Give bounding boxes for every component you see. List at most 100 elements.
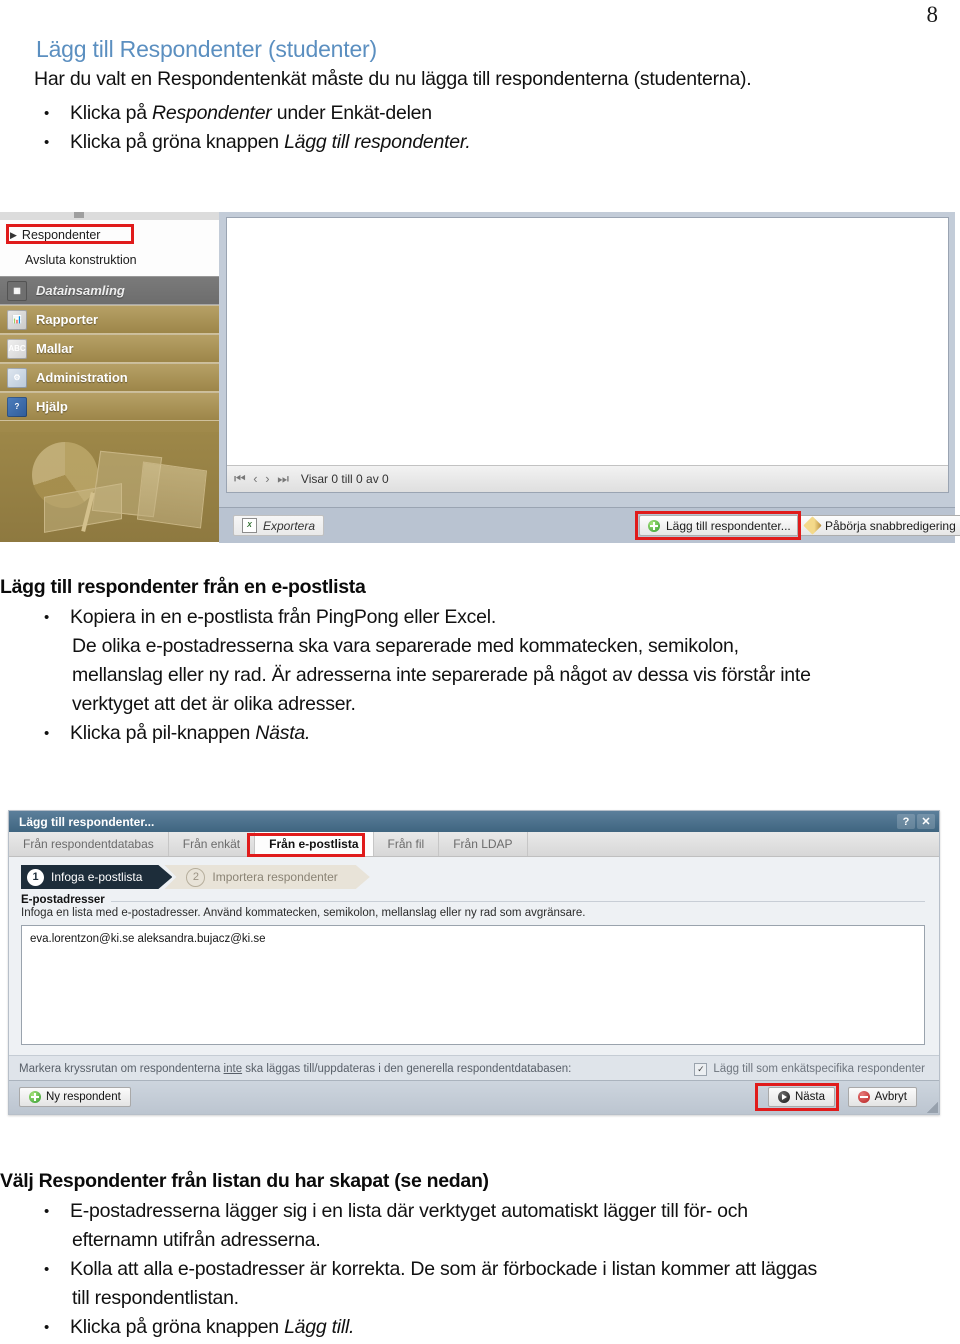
plus-circle-icon xyxy=(29,1091,41,1103)
dialog-tab-strip: Från respondentdatabas Från enkät Från e… xyxy=(9,832,939,857)
tab-label: Från e-postlista xyxy=(269,837,359,851)
tab-fran-enkat[interactable]: Från enkät xyxy=(169,832,256,856)
section-3-bullet-2: • Kolla att alla e-postadresser är korrek… xyxy=(44,1258,817,1281)
bullet-dot-icon: • xyxy=(44,1203,50,1220)
bullet-2-text-pre: Klicka på gröna knappen xyxy=(70,131,285,153)
tab-fran-fil[interactable]: Från fil xyxy=(374,832,440,856)
templates-icon: ABC xyxy=(7,338,27,359)
checkbox-note-underlined: inte xyxy=(223,1063,243,1075)
tab-fran-e-postlista[interactable]: Från e-postlista xyxy=(255,832,374,856)
sidebar-section-mallar-label: Mallar xyxy=(36,341,74,356)
export-button-label: Exportera xyxy=(263,518,316,533)
bullet-1-text-post: under Enkät-delen xyxy=(271,102,432,124)
new-respondent-button[interactable]: Ny respondent xyxy=(19,1087,131,1107)
fieldset-hint-text: Infoga en lista med e-postadresser. Anvä… xyxy=(21,907,586,919)
excel-icon: X xyxy=(242,518,257,533)
tab-label: Från fil xyxy=(387,837,425,851)
wizard-step-indicator: 1 Infoga e-postlista 2 Importera respond… xyxy=(21,865,370,889)
sidebar-section-mallar[interactable]: ABC Mallar xyxy=(0,334,219,363)
section-2-b1-line2: De olika e-postadresserna ska vara separ… xyxy=(72,635,739,657)
step-2-importera-respondenter[interactable]: 2 Importera respondenter xyxy=(164,865,369,889)
pagination-nav-icons[interactable]: ⏮ ‹ › ⏭ xyxy=(234,471,291,487)
reports-icon: 📊 xyxy=(7,309,27,330)
fieldset-legend-epostadresser: E-postadresser xyxy=(21,894,111,906)
sidebar-section-administration[interactable]: ⚙ Administration xyxy=(0,363,219,392)
dialog-title-label: Lägg till respondenter... xyxy=(19,814,155,829)
resize-handle[interactable] xyxy=(927,1102,938,1113)
highlight-box-respondenter xyxy=(6,224,134,244)
section-3-heading: Välj Respondenter från listan du har ska… xyxy=(0,1170,489,1192)
step-1-number: 1 xyxy=(27,869,44,886)
sidebar-section-datainsamling-label: Datainsamling xyxy=(36,283,125,298)
page-number: 8 xyxy=(926,2,939,27)
datacollection-icon: ▦ xyxy=(7,280,27,301)
cancel-button[interactable]: Avbryt xyxy=(847,1087,917,1107)
section-3-bullet-1: • E-postadresserna lägger sig i en lista … xyxy=(44,1200,748,1223)
step-1-label: Infoga e-postlista xyxy=(51,870,143,884)
dialog-footer: Ny respondent Nästa Avbryt xyxy=(9,1080,939,1114)
bullet-dot-icon: • xyxy=(44,1261,50,1278)
section-3-b1-line2: efternamn utifrån adresserna. xyxy=(72,1229,321,1251)
administration-icon: ⚙ xyxy=(7,367,27,388)
email-addresses-textarea[interactable]: eva.lorentzon@ki.se aleksandra.bujacz@ki… xyxy=(21,925,925,1045)
bullet-item-1: • Klicka på Respondenter under Enkät-dele… xyxy=(44,102,432,125)
section-2-bullet-1: • Kopiera in en e-postlista från PingPong… xyxy=(44,606,496,629)
step-2-label: Importera respondenter xyxy=(212,870,338,884)
respondent-list-canvas: ⏮ ‹ › ⏭ Visar 0 till 0 av 0 xyxy=(226,217,949,493)
help-button[interactable]: ? xyxy=(897,814,915,829)
tab-label: Från LDAP xyxy=(453,837,513,851)
sidebar-section-administration-label: Administration xyxy=(36,370,128,385)
checkbox-note: Markera kryssrutan om respondenterna int… xyxy=(9,1063,571,1075)
cancel-button-label: Avbryt xyxy=(874,1091,907,1103)
help-icon: ? xyxy=(7,396,27,417)
export-button[interactable]: X Exportera xyxy=(233,515,325,536)
survey-specific-checkbox-wrap[interactable]: ✓ Lägg till som enkätspecifika responden… xyxy=(694,1062,925,1076)
tab-fran-ldap[interactable]: Från LDAP xyxy=(439,832,528,856)
section-2-b1-line3: mellanslag eller ny rad. Är adresserna i… xyxy=(72,664,811,686)
sidebar-section-datainsamling[interactable]: ▦ Datainsamling xyxy=(0,276,219,305)
section-2-heading: Lägg till respondenter från en e-postlis… xyxy=(0,576,366,598)
section-3-b3-pre: Klicka på gröna knappen xyxy=(70,1316,285,1338)
step-1-infoga-epostlista[interactable]: 1 Infoga e-postlista xyxy=(21,865,172,889)
sidebar-top-stub xyxy=(0,212,219,220)
tab-fran-respondentdatabas[interactable]: Från respondentdatabas xyxy=(9,832,169,856)
bullet-1-text-pre: Klicka på xyxy=(70,102,153,124)
section-3-b2-line1: Kolla att alla e-postadresser är korrekt… xyxy=(70,1258,818,1280)
intro-paragraph: Har du valt en Respondentenkät måste du … xyxy=(34,68,752,90)
bottom-toolbar: X Exportera Lägg till respondenter... På… xyxy=(219,507,960,543)
sidebar-section-rapporter-label: Rapporter xyxy=(36,312,99,327)
tab-label: Från enkät xyxy=(182,837,241,851)
sidebar-section-hjalp[interactable]: ? Hjälp xyxy=(0,392,219,421)
section-3-b1-line1: E-postadresserna lägger sig i en lista d… xyxy=(70,1200,748,1222)
highlight-box-add-respondents xyxy=(635,511,801,540)
bullet-item-2: • Klicka på gröna knappen Lägg till respo… xyxy=(44,131,471,154)
survey-specific-checkbox[interactable]: ✓ xyxy=(694,1062,708,1076)
quick-edit-button-label: Påbörja snabbredigering xyxy=(825,518,956,533)
checkbox-note-part-a: Markera kryssrutan om respondenterna xyxy=(19,1063,224,1075)
section-3-bullet-3: • Klicka på gröna knappen Lägg till. xyxy=(44,1316,354,1339)
section-3-b2-line2: till respondentlistan. xyxy=(72,1287,239,1309)
bullet-dot-icon: • xyxy=(44,725,50,742)
stop-circle-icon xyxy=(857,1091,870,1103)
sheet-shape xyxy=(136,461,208,529)
fieldset-divider xyxy=(21,901,925,902)
highlight-box-next-button xyxy=(755,1083,839,1111)
sidebar-menu-white: ▶ Respondenter Avsluta konstruktion xyxy=(0,212,219,277)
page-title: Lägg till Respondenter (studenter) xyxy=(36,36,377,62)
quick-edit-button[interactable]: Påbörja snabbredigering xyxy=(797,515,960,536)
dialog-title-buttons: ? ✕ xyxy=(897,814,939,829)
sidebar-section-rapporter[interactable]: 📊 Rapporter xyxy=(0,305,219,334)
sidebar-item-avsluta-konstruktion[interactable]: Avsluta konstruktion xyxy=(25,253,137,267)
spacer-strip xyxy=(219,495,955,507)
screenshot-survey-tool: ▶ Respondenter Avsluta konstruktion ▦ Dat… xyxy=(0,212,960,543)
close-icon[interactable]: ✕ xyxy=(917,814,935,829)
add-respondents-dialog: Lägg till respondenter... ? ✕ Från respo… xyxy=(8,810,940,1115)
pagination-bar: ⏮ ‹ › ⏭ Visar 0 till 0 av 0 xyxy=(227,465,948,492)
bullet-dot-icon: • xyxy=(44,134,50,151)
dialog-title-bar: Lägg till respondenter... ? ✕ xyxy=(9,811,939,832)
section-3-b3-italic: Lägg till. xyxy=(284,1316,355,1338)
bullet-dot-icon: • xyxy=(44,609,50,626)
checkbox-note-part-b: ska läggas till/uppdateras i den generel… xyxy=(242,1063,572,1075)
survey-specific-checkbox-label: Lägg till som enkätspecifika respondente… xyxy=(713,1063,925,1075)
section-2-bullet-2: • Klicka på pil-knappen Nästa. xyxy=(44,722,310,745)
